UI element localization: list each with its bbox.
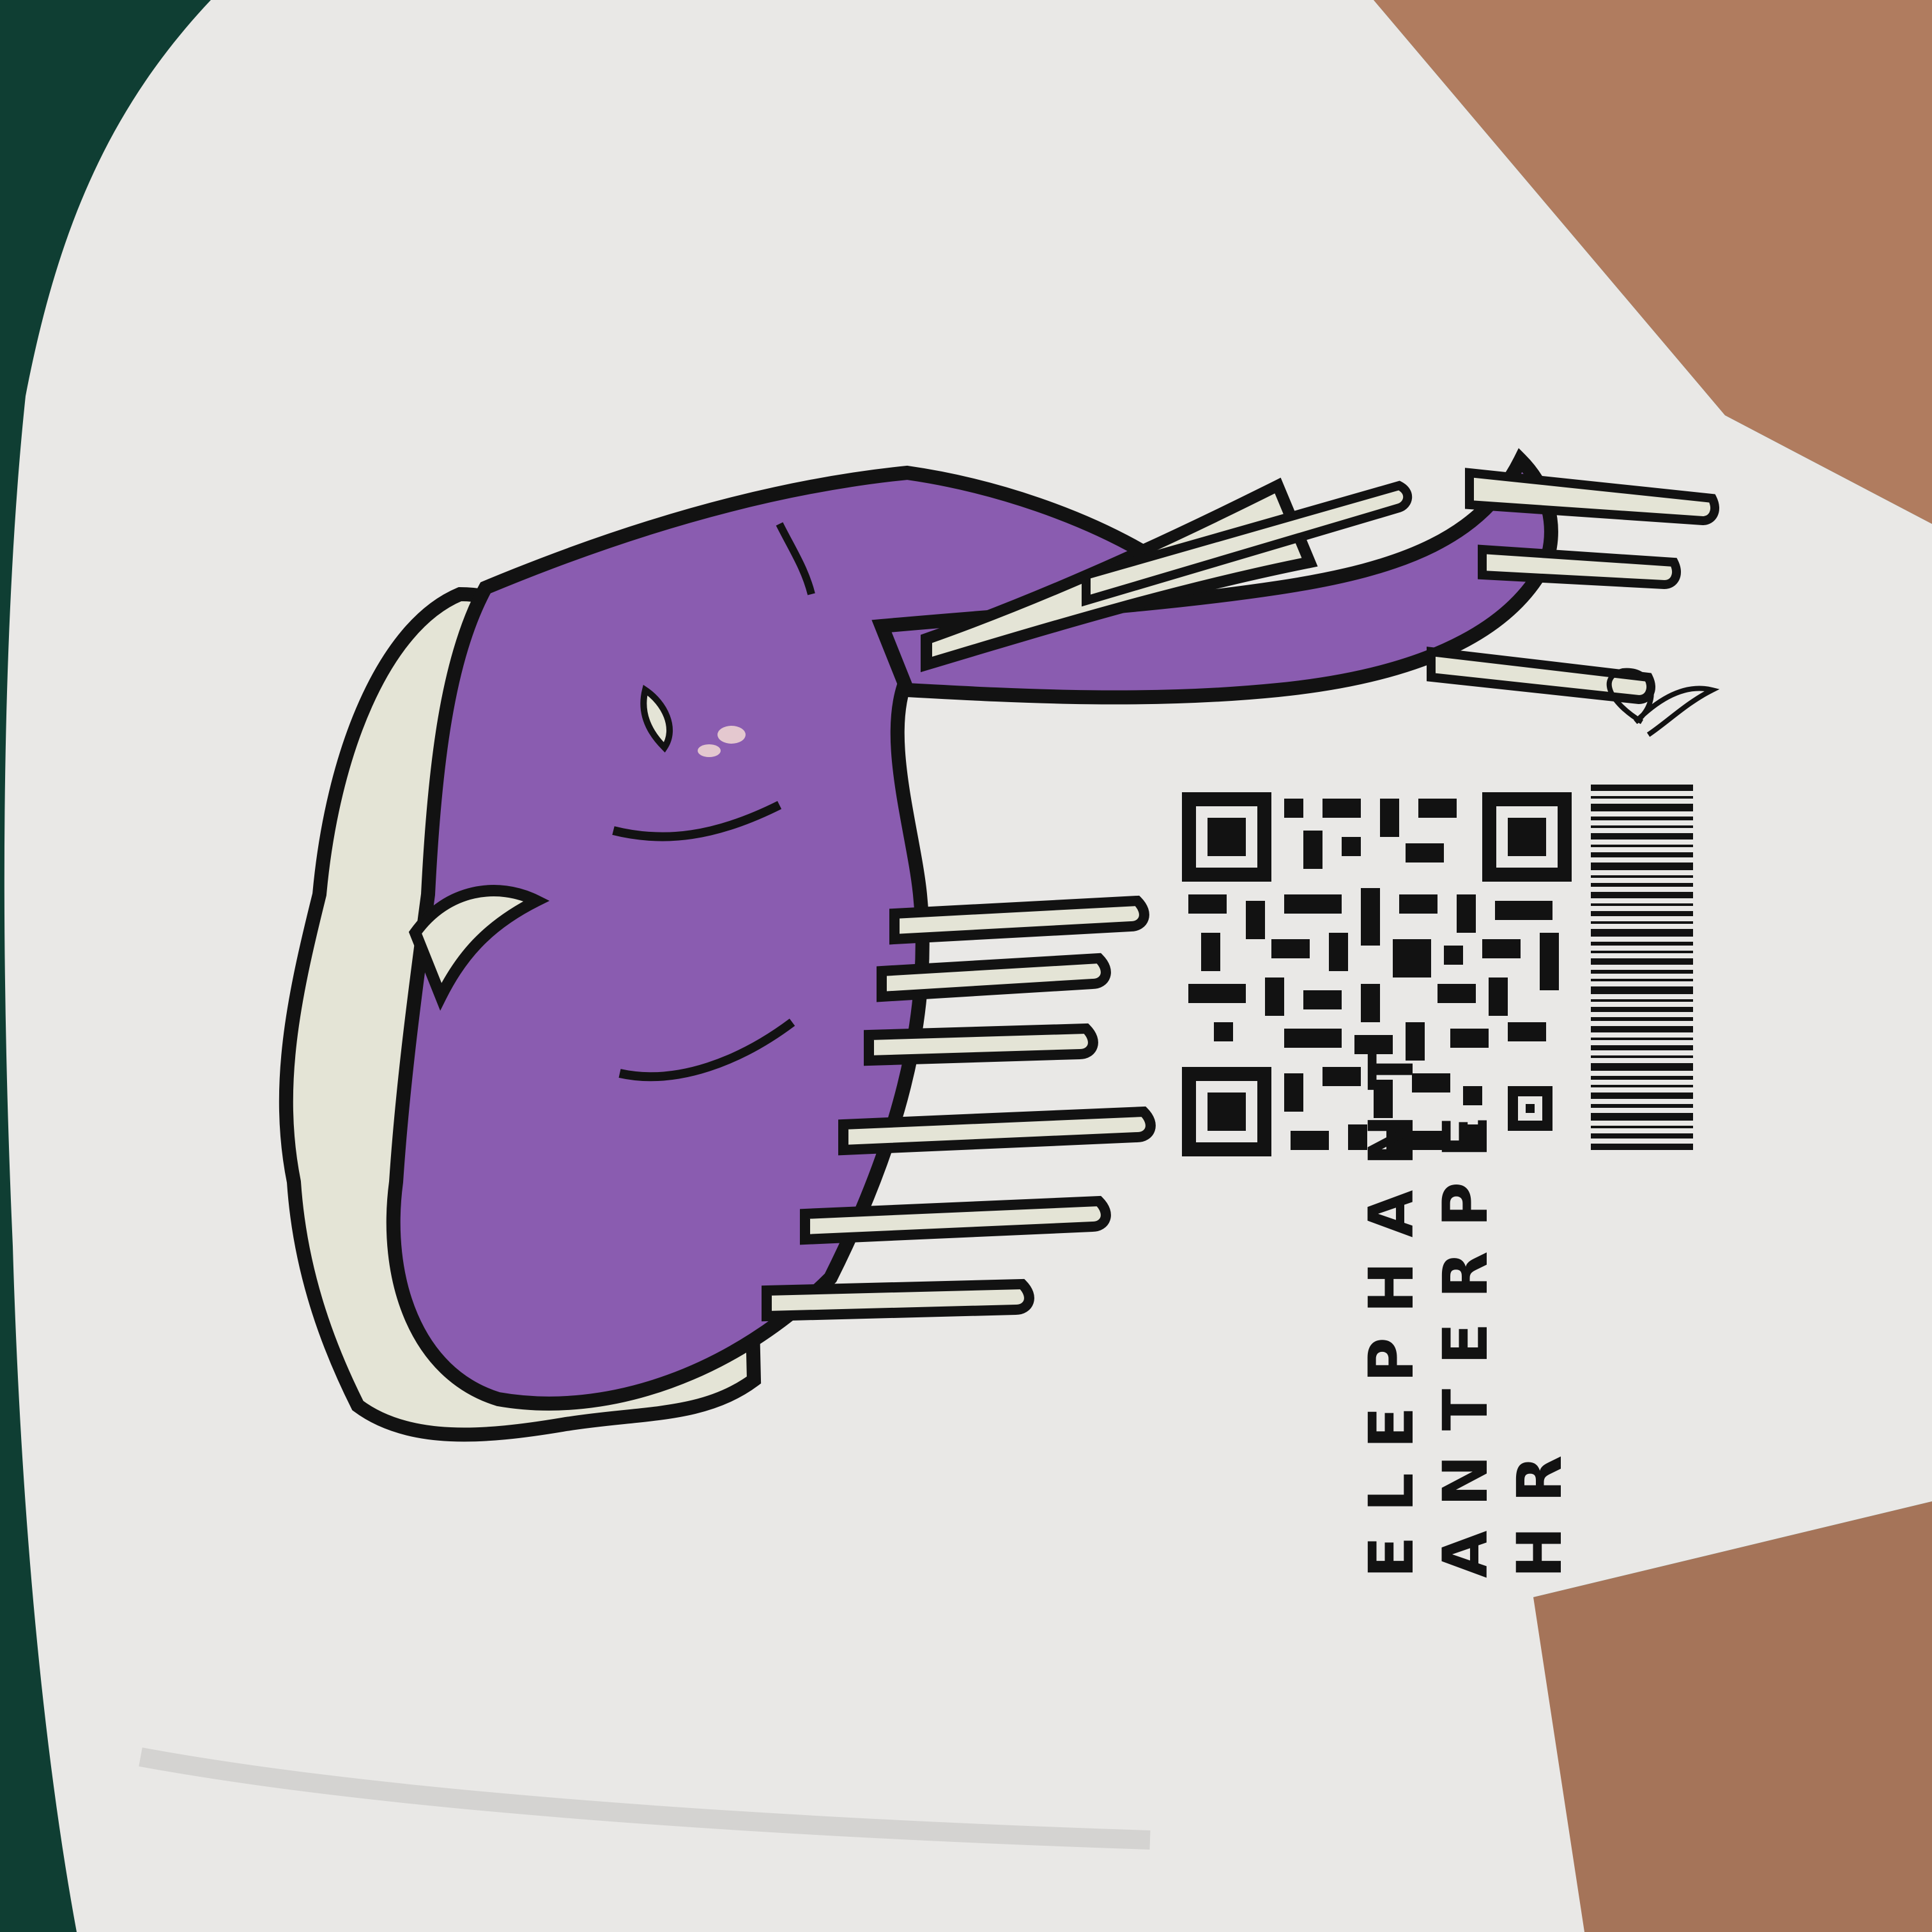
- elephant-tear: [698, 744, 721, 757]
- print-text-block: ELEPHANT ANTERPE HR: [1354, 1016, 1575, 1578]
- elephant-tear: [717, 726, 746, 744]
- print-text-line: HR: [1504, 1430, 1575, 1578]
- photo-scene: [0, 0, 1932, 1932]
- print-text-line: ANTERPE: [1430, 1091, 1501, 1578]
- print-text-line: ELEPHANT: [1356, 1023, 1427, 1578]
